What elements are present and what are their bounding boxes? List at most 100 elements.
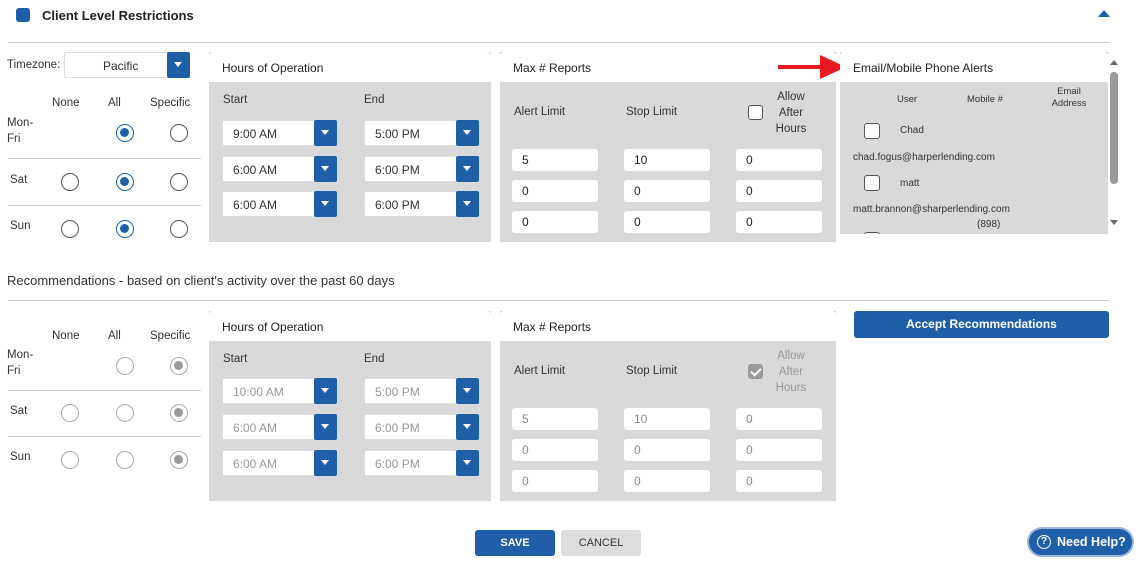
- start-select[interactable]: 6:00 AM: [222, 156, 337, 182]
- radio-monfri-specific[interactable]: [170, 124, 188, 142]
- after-hours-input[interactable]: 0: [736, 180, 822, 202]
- col-none: None: [52, 330, 80, 342]
- radio-sat-specific[interactable]: [170, 173, 188, 191]
- after-hours-input: 0: [736, 439, 822, 461]
- after-hours-input: 0: [736, 408, 822, 430]
- chevron-down-icon: [456, 156, 479, 182]
- cancel-button[interactable]: CANCEL: [561, 530, 641, 556]
- stop-limit-input[interactable]: 0: [624, 180, 710, 202]
- user-checkbox[interactable]: [864, 232, 880, 234]
- help-icon: ?: [1037, 535, 1051, 549]
- chevron-down-icon: [314, 450, 337, 476]
- divider: [8, 300, 1109, 301]
- user-email: matt.brannon@sharperlending.com: [853, 204, 1010, 215]
- user-checkbox[interactable]: [864, 123, 880, 139]
- stop-limit-label: Stop Limit: [626, 365, 678, 377]
- need-help-button[interactable]: ? Need Help?: [1027, 527, 1134, 557]
- end-select[interactable]: 6:00 PM: [364, 156, 479, 182]
- after-hours-input[interactable]: 0: [736, 211, 822, 233]
- divider: [8, 390, 201, 391]
- stop-limit-input[interactable]: 10: [624, 149, 710, 171]
- end-select[interactable]: 6:00 PM: [364, 191, 479, 217]
- user-email: chad.fogus@harperlending.com: [853, 152, 995, 163]
- section-title: Client Level Restrictions: [42, 8, 194, 23]
- save-button[interactable]: SAVE: [475, 530, 555, 556]
- radio-monfri-all[interactable]: [116, 124, 134, 142]
- accept-recommendations-button[interactable]: Accept Recommendations: [854, 311, 1109, 338]
- radio-sun-all[interactable]: [116, 220, 134, 238]
- recommend-title: Recommendations - based on client's acti…: [7, 273, 395, 288]
- chevron-down-icon: [314, 191, 337, 217]
- alert-limit-input[interactable]: 0: [512, 180, 598, 202]
- scroll-down-icon[interactable]: [1110, 220, 1118, 225]
- scroll-up-icon[interactable]: [1110, 60, 1118, 65]
- chevron-down-icon: [314, 378, 337, 404]
- alert-limit-input[interactable]: 0: [512, 211, 598, 233]
- user-name: matt: [900, 178, 920, 189]
- allow-after-hours-checkbox[interactable]: [748, 105, 763, 120]
- day-sun: Sun: [10, 451, 31, 463]
- divider: [8, 158, 201, 159]
- col-all: All: [108, 97, 121, 109]
- stop-limit-input[interactable]: 0: [624, 211, 710, 233]
- end-select[interactable]: 5:00 PM: [364, 120, 479, 146]
- radio-sat-all[interactable]: [116, 173, 134, 191]
- col-user: User: [897, 94, 918, 105]
- radio-sun-specific[interactable]: [170, 220, 188, 238]
- divider: [8, 42, 1109, 43]
- divider: [8, 436, 201, 437]
- radio-monfri-all: [116, 357, 134, 375]
- alert-limit-input: 0: [512, 439, 598, 461]
- radio-monfri-specific: [170, 357, 188, 375]
- chevron-down-icon: [456, 378, 479, 404]
- stop-limit-label: Stop Limit: [626, 106, 678, 118]
- start-select[interactable]: 9:00 AM: [222, 120, 337, 146]
- after-hours-input: 0: [736, 470, 822, 492]
- scroll-thumb[interactable]: [1110, 72, 1118, 184]
- allow-after-hours-label: Allow After Hours: [775, 350, 807, 394]
- end-select: 6:00 PM: [364, 414, 479, 440]
- day-sat: Sat: [10, 405, 28, 417]
- timezone-select[interactable]: Pacific: [64, 52, 190, 78]
- stop-limit-input: 10: [624, 408, 710, 430]
- alert-limit-label: Alert Limit: [514, 106, 566, 118]
- start-select: 6:00 AM: [222, 414, 337, 440]
- radio-sat-all: [116, 404, 134, 422]
- alerts-panel: Email/Mobile Phone Alerts User Mobile # …: [840, 52, 1108, 234]
- end-select: 6:00 PM: [364, 450, 479, 476]
- section-icon: [16, 8, 30, 22]
- end-label: End: [364, 353, 385, 365]
- end-label: End: [364, 94, 385, 106]
- col-specific: Specific: [150, 97, 191, 109]
- radio-sat-none[interactable]: [61, 173, 79, 191]
- collapse-icon[interactable]: [1098, 10, 1110, 17]
- chevron-down-icon: [456, 450, 479, 476]
- chevron-down-icon: [456, 414, 479, 440]
- start-label: Start: [223, 94, 248, 106]
- timezone-label: Timezone:: [7, 59, 61, 71]
- chevron-down-icon: [314, 120, 337, 146]
- col-specific: Specific: [150, 330, 191, 342]
- chevron-down-icon: [314, 414, 337, 440]
- after-hours-input[interactable]: 0: [736, 149, 822, 171]
- start-select: 6:00 AM: [222, 450, 337, 476]
- radio-sun-none: [61, 451, 79, 469]
- scrollbar[interactable]: [1108, 60, 1120, 230]
- col-all: All: [108, 330, 121, 342]
- user-checkbox[interactable]: [864, 175, 880, 191]
- end-select: 5:00 PM: [364, 378, 479, 404]
- radio-sat-specific: [170, 404, 188, 422]
- chevron-down-icon: [167, 52, 190, 78]
- alert-limit-input: 5: [512, 408, 598, 430]
- allow-after-hours-checkbox: [748, 364, 763, 379]
- help-label: Need Help?: [1057, 535, 1126, 549]
- alert-limit-input[interactable]: 5: [512, 149, 598, 171]
- day-monfri: Mon-Fri: [7, 349, 34, 377]
- day-sat: Sat: [10, 174, 28, 186]
- start-select[interactable]: 6:00 AM: [222, 191, 337, 217]
- stop-limit-input: 0: [624, 439, 710, 461]
- radio-sun-none[interactable]: [61, 220, 79, 238]
- radio-sun-all: [116, 451, 134, 469]
- radio-sat-none: [61, 404, 79, 422]
- reports-title: Max # Reports: [513, 61, 592, 75]
